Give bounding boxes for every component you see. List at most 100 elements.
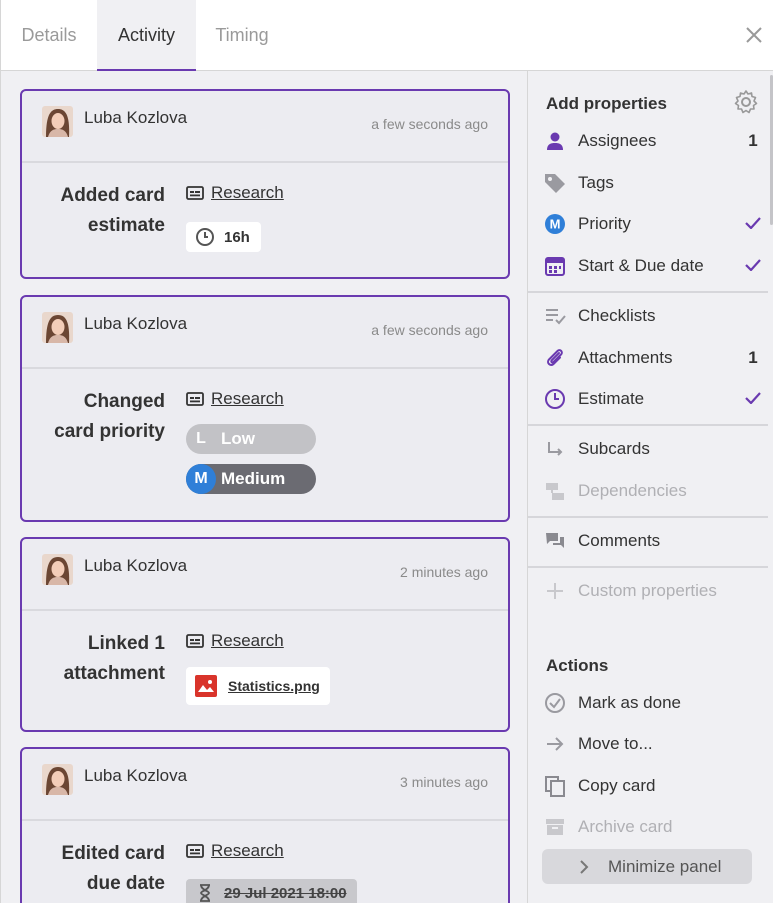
activity-item: Luba Kozlova a few seconds ago Added car… xyxy=(20,89,510,279)
priority-mark: L xyxy=(196,430,206,447)
property-dependencies[interactable]: Dependencies xyxy=(528,474,768,508)
tab-details[interactable]: Details xyxy=(1,0,97,71)
card-reference[interactable]: Research xyxy=(186,631,284,651)
card-reference-label[interactable]: Research xyxy=(211,183,284,203)
due-date-chip: 29 Jul 2021 18:00 xyxy=(186,879,357,903)
divider xyxy=(528,566,768,568)
add-properties-title: Add properties xyxy=(546,94,667,113)
property-assignees[interactable]: Assignees 1 xyxy=(528,124,768,158)
check-icon xyxy=(738,214,768,234)
card-reference-label[interactable]: Research xyxy=(211,841,284,861)
arrow-right-icon xyxy=(543,732,567,756)
minimize-panel-button[interactable]: Minimize panel xyxy=(542,849,752,884)
activity-item-header: Luba Kozlova 2 minutes ago xyxy=(22,539,508,611)
archive-icon xyxy=(543,815,567,839)
action-move-to[interactable]: Move to... xyxy=(528,727,768,761)
activity-feed: Luba Kozlova a few seconds ago Added car… xyxy=(0,71,527,903)
estimate-chip: 16h xyxy=(186,222,261,252)
activity-action-line: Changed xyxy=(83,391,165,412)
property-label: Tags xyxy=(578,173,614,192)
priority-mark: M xyxy=(550,217,561,232)
attachment-chip[interactable]: Statistics.png xyxy=(186,667,330,705)
property-subcards[interactable]: Subcards xyxy=(528,432,768,466)
property-estimate[interactable]: Estimate xyxy=(528,382,768,416)
activity-action: Changed card priority xyxy=(25,387,165,447)
hourglass-icon xyxy=(200,884,210,902)
priority-new-badge: M Medium xyxy=(186,464,316,494)
calendar-icon xyxy=(543,254,567,278)
minimize-panel-label: Minimize panel xyxy=(608,856,722,876)
gear-icon[interactable] xyxy=(733,89,759,115)
property-label: Dependencies xyxy=(578,481,687,500)
action-label: Move to... xyxy=(578,734,653,753)
avatar xyxy=(42,312,73,343)
check-icon xyxy=(738,389,768,409)
check-icon xyxy=(738,256,768,276)
activity-author: Luba Kozlova xyxy=(84,556,188,575)
check-circle-icon xyxy=(543,691,567,715)
activity-time: a few seconds ago xyxy=(371,116,488,132)
attachment-name[interactable]: Statistics.png xyxy=(228,678,320,694)
tag-icon xyxy=(543,171,567,195)
card-reference[interactable]: Research xyxy=(186,389,284,409)
property-label: Custom properties xyxy=(578,581,717,600)
activity-action: Linked 1 attachment xyxy=(25,629,165,689)
card-icon xyxy=(186,844,204,858)
priority-label: Medium xyxy=(221,469,286,488)
card-reference[interactable]: Research xyxy=(186,841,284,861)
card-reference-label[interactable]: Research xyxy=(211,631,284,651)
activity-action-line: Edited card xyxy=(61,843,165,864)
estimate-value: 16h xyxy=(224,228,250,246)
action-label: Copy card xyxy=(578,776,656,795)
activity-time: 3 minutes ago xyxy=(400,774,488,790)
copy-icon xyxy=(543,774,567,798)
property-comments[interactable]: Comments xyxy=(528,524,768,558)
property-tags[interactable]: Tags xyxy=(528,166,768,200)
action-archive-card[interactable]: Archive card xyxy=(528,810,768,844)
dependencies-icon xyxy=(543,479,567,503)
image-file-icon xyxy=(195,675,217,697)
property-count: 1 xyxy=(748,348,758,367)
activity-item: Luba Kozlova 2 minutes ago Linked 1 atta… xyxy=(20,537,510,732)
person-icon xyxy=(543,129,567,153)
activity-action: Edited card due date xyxy=(25,839,165,899)
activity-item: Luba Kozlova a few seconds ago Changed c… xyxy=(20,295,510,522)
activity-time: a few seconds ago xyxy=(371,322,488,338)
avatar xyxy=(42,554,73,585)
action-label: Mark as done xyxy=(578,693,681,712)
action-mark-as-done[interactable]: Mark as done xyxy=(528,686,768,720)
activity-action-line: attachment xyxy=(63,663,165,684)
card-icon xyxy=(186,634,204,648)
tab-timing[interactable]: Timing xyxy=(196,0,288,71)
card-icon xyxy=(186,186,204,200)
action-copy-card[interactable]: Copy card xyxy=(528,769,768,803)
activity-author: Luba Kozlova xyxy=(84,766,188,785)
activity-action-line: Added card xyxy=(60,185,165,206)
property-start-due-date[interactable]: Start & Due date xyxy=(528,249,768,283)
property-label: Priority xyxy=(578,214,631,233)
activity-action-line: estimate xyxy=(87,215,165,236)
activity-item-header: Luba Kozlova a few seconds ago xyxy=(22,91,508,163)
tab-activity[interactable]: Activity xyxy=(97,0,196,71)
checklist-icon xyxy=(543,304,567,328)
card-reference-label[interactable]: Research xyxy=(211,389,284,409)
close-icon[interactable] xyxy=(741,22,767,48)
property-label: Subcards xyxy=(578,439,650,458)
priority-icon: M xyxy=(543,212,567,236)
paperclip-icon xyxy=(543,346,567,370)
card-reference[interactable]: Research xyxy=(186,183,284,203)
property-attachments[interactable]: Attachments 1 xyxy=(528,341,768,375)
property-label: Assignees xyxy=(578,131,657,150)
priority-old-badge: L Low xyxy=(186,424,316,454)
property-checklists[interactable]: Checklists xyxy=(528,299,768,333)
activity-action-line: card priority xyxy=(54,421,165,442)
plus-icon xyxy=(543,579,567,603)
property-priority[interactable]: M Priority xyxy=(528,207,768,241)
actions-title: Actions xyxy=(546,656,609,675)
property-custom-properties[interactable]: Custom properties xyxy=(528,574,768,608)
avatar xyxy=(42,106,73,137)
clock-icon xyxy=(196,228,214,246)
clock-icon xyxy=(543,387,567,411)
due-date-old-value: 29 Jul 2021 18:00 xyxy=(224,884,347,902)
avatar xyxy=(42,764,73,795)
